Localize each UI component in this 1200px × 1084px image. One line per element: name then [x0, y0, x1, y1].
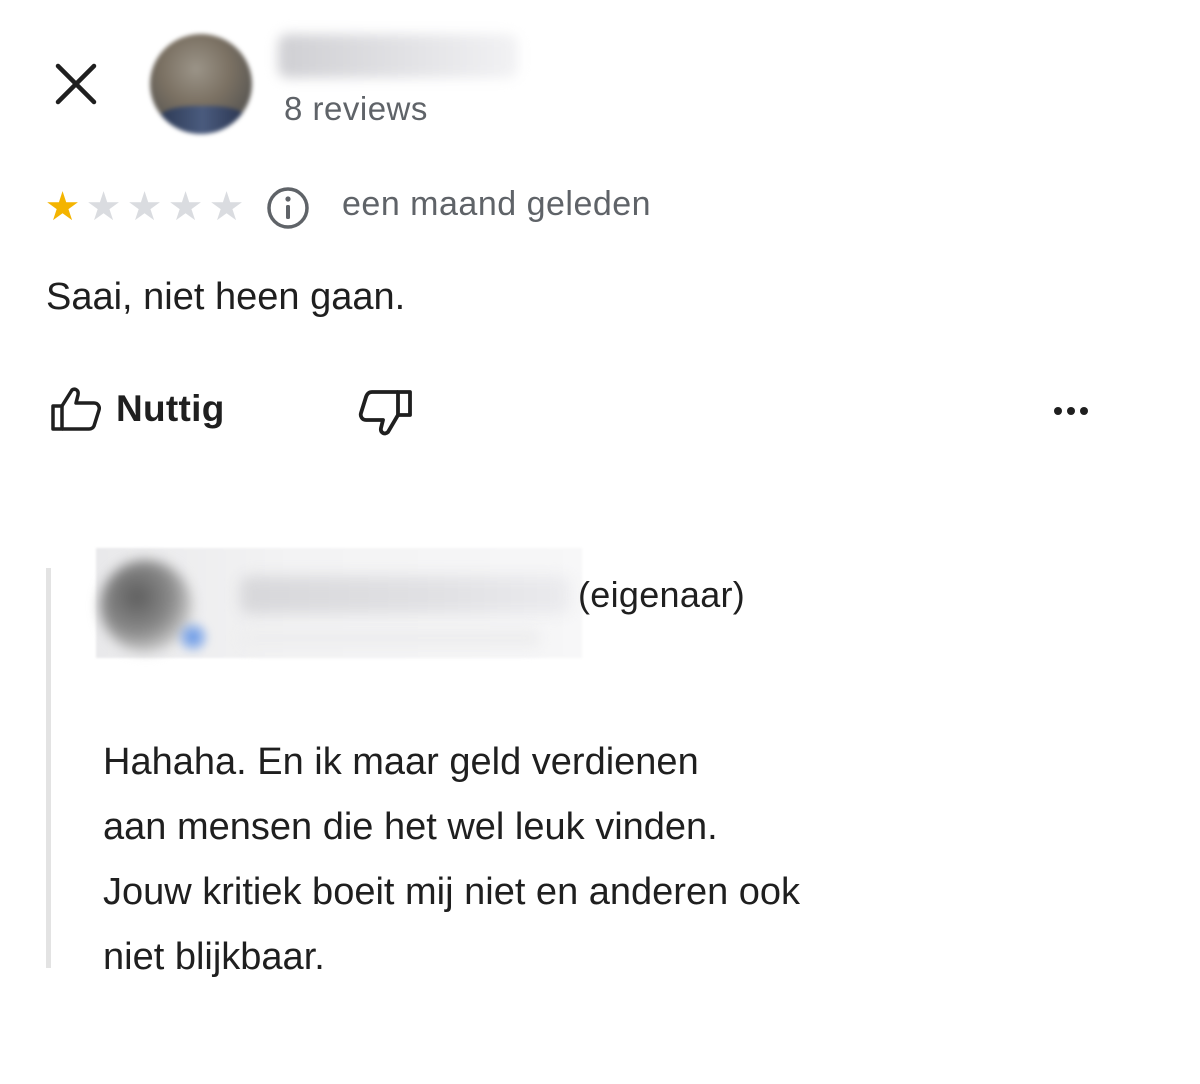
- more-horizontal-icon: [1054, 407, 1088, 415]
- review-text: Saai, niet heen gaan.: [46, 276, 406, 318]
- reply-divider: [46, 568, 51, 968]
- owner-reply-date-redacted: [240, 628, 540, 648]
- helpful-label: Nuttig: [116, 388, 225, 429]
- reply-line: aan mensen die het wel leuk vinden.: [103, 806, 718, 848]
- review-date: een maand geleden: [342, 185, 652, 223]
- thumbs-down-icon: [358, 390, 412, 436]
- close-button[interactable]: [50, 58, 102, 110]
- star-empty-icon: ★: [167, 185, 204, 229]
- star-empty-icon: ★: [126, 185, 163, 229]
- star-filled-icon: ★: [44, 185, 81, 229]
- close-icon: [55, 63, 97, 105]
- not-helpful-button[interactable]: [358, 388, 414, 438]
- info-icon: [267, 187, 309, 229]
- reviewer-reviews-count: 8 reviews: [284, 90, 428, 127]
- reply-line: Jouw kritiek boeit mij niet en anderen o…: [103, 871, 801, 913]
- star-empty-icon: ★: [208, 185, 245, 229]
- verified-badge-icon: [178, 622, 208, 652]
- helpful-button[interactable]: Nuttig: [50, 386, 225, 432]
- star-rating: ★ ★ ★ ★ ★: [42, 185, 247, 229]
- reply-line: Hahaha. En ik maar geld verdienen: [103, 741, 699, 783]
- owner-name-redacted[interactable]: [240, 576, 570, 614]
- reviewer-avatar[interactable]: [150, 34, 252, 134]
- reply-line: niet blijkbaar.: [103, 936, 325, 978]
- more-options-button[interactable]: [1048, 396, 1094, 426]
- owner-reply-text: Hahaha. En ik maar geld verdienen aan me…: [103, 730, 800, 990]
- info-button[interactable]: [266, 186, 310, 230]
- thumbs-up-icon: [51, 387, 101, 431]
- reviewer-name-redacted[interactable]: [278, 34, 518, 78]
- star-empty-icon: ★: [85, 185, 122, 229]
- owner-label: (eigenaar): [578, 574, 746, 615]
